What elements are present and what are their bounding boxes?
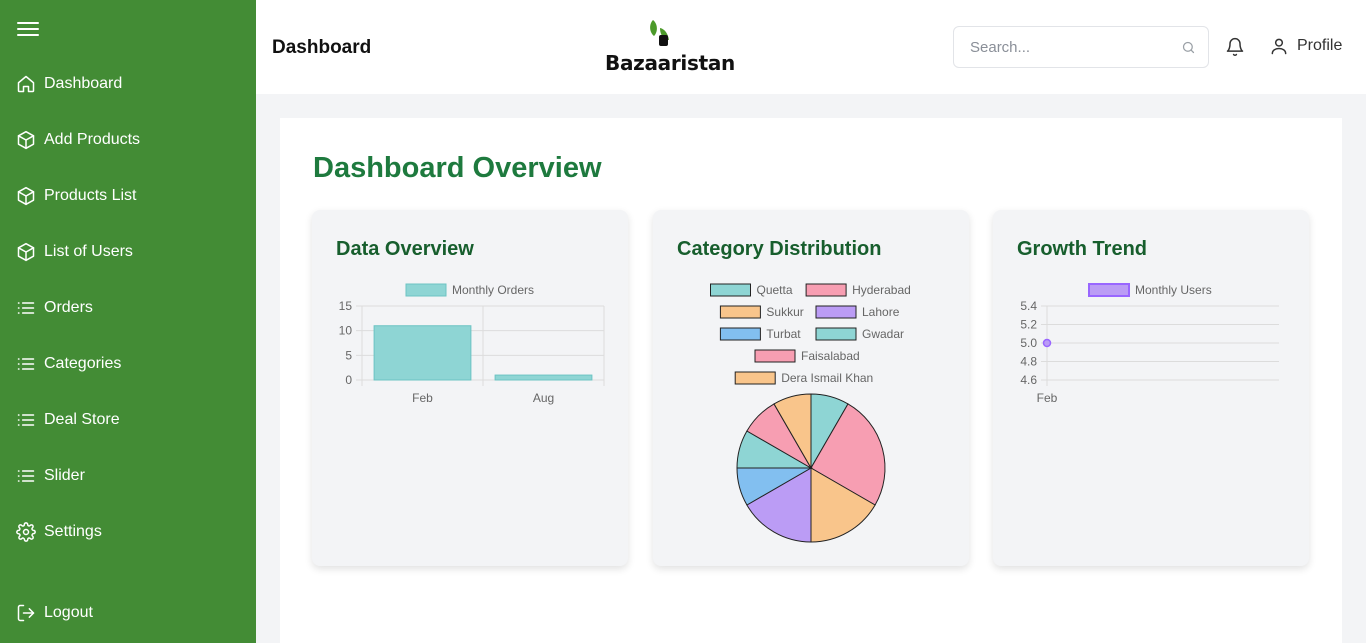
- legend-label: Gwadar: [862, 327, 904, 341]
- sidebar-item-orders[interactable]: Orders: [16, 296, 93, 320]
- top-header: Dashboard Bazaaristan Profile: [256, 0, 1366, 94]
- box-icon: [17, 242, 35, 262]
- x-tick-label: Feb: [1037, 391, 1058, 405]
- y-tick-label: 15: [339, 299, 353, 313]
- sidebar-item-label: Products List: [44, 187, 137, 204]
- legend-label: Faisalabad: [801, 349, 860, 363]
- legend-swatch: [710, 283, 751, 297]
- sidebar-item-label: Dashboard: [44, 75, 123, 92]
- legend-label: Sukkur: [766, 305, 803, 319]
- legend-label: Quetta: [757, 283, 793, 297]
- legend-swatch: [815, 327, 857, 341]
- pie-chart: Quetta Hyderabad Sukkur Lahore Turbat GwadarF…: [710, 283, 911, 543]
- box-icon: [17, 130, 35, 150]
- profile-label: Profile: [1297, 37, 1343, 54]
- legend-swatch: [754, 349, 796, 363]
- growth-trend-card: Growth Trend Monthly Users 4.6 4.8 5.0 5.2 5.…: [993, 210, 1309, 566]
- sidebar-item-label: Slider: [44, 467, 85, 484]
- legend-swatch: [719, 327, 761, 341]
- sidebar-item-label: Categories: [44, 355, 122, 372]
- box-icon: [17, 186, 35, 206]
- sidebar-item-list-of-users[interactable]: List of Users: [16, 240, 133, 264]
- notification-bell-icon[interactable]: [1225, 37, 1245, 57]
- sidebar-item-slider[interactable]: Slider: [16, 464, 85, 488]
- logout-button[interactable]: Logout: [16, 601, 93, 625]
- logout-label: Logout: [44, 604, 93, 621]
- y-tick-label: 5.2: [1020, 318, 1037, 332]
- x-tick-label: Feb: [412, 391, 433, 405]
- x-tick-label: Aug: [533, 391, 554, 405]
- menu-toggle-icon[interactable]: [17, 18, 39, 38]
- legend-label: Lahore: [862, 305, 900, 319]
- category-distribution-card: Category Distribution Quetta Hyderabad Suk…: [653, 210, 969, 566]
- sidebar-item-label: Orders: [44, 299, 93, 316]
- brand-logo[interactable]: Bazaaristan: [605, 18, 735, 76]
- legend-label: Hyderabad: [852, 283, 911, 297]
- leaf-logo-icon: [650, 20, 669, 46]
- bar-chart: Monthly Orders 0 5 10 15 Feb Aug: [339, 283, 605, 405]
- sidebar-item-deal-store[interactable]: Deal Store: [16, 408, 120, 432]
- y-tick-label: 0: [345, 373, 352, 387]
- search-box[interactable]: [953, 26, 1209, 68]
- gear-icon: [16, 522, 36, 542]
- list-icon: [17, 358, 35, 370]
- sidebar-item-add-products[interactable]: Add Products: [16, 128, 140, 152]
- main-content: Dashboard Overview Data Overview Monthly…: [280, 118, 1342, 643]
- legend-swatch: [734, 371, 776, 385]
- sidebar-item-dashboard[interactable]: Dashboard: [16, 72, 122, 96]
- y-tick-label: 4.8: [1020, 355, 1037, 369]
- search-input[interactable]: [970, 37, 1170, 57]
- legend-swatch: [719, 305, 761, 319]
- legend-label: Turbat: [766, 327, 801, 341]
- legend-swatch: [805, 283, 847, 297]
- sidebar: Dashboard Add Products Products List Lis…: [0, 0, 256, 643]
- legend-swatch: [815, 305, 857, 319]
- y-tick-label: 5.0: [1020, 336, 1037, 350]
- sidebar-item-categories[interactable]: Categories: [16, 352, 121, 376]
- list-icon: [17, 414, 35, 426]
- y-tick-label: 10: [339, 324, 353, 338]
- legend-swatch: [1088, 283, 1130, 297]
- legend-swatch: [405, 283, 447, 297]
- y-tick-label: 4.6: [1020, 373, 1037, 387]
- bar: [373, 325, 472, 381]
- legend-label: Monthly Orders: [452, 283, 534, 297]
- list-icon: [17, 470, 35, 482]
- sidebar-item-label: List of Users: [44, 243, 133, 260]
- legend-label: Dera Ismail Khan: [781, 371, 873, 385]
- search-icon[interactable]: [1181, 40, 1196, 55]
- sidebar-item-settings[interactable]: Settings: [16, 520, 102, 544]
- home-icon: [17, 75, 35, 93]
- data-point: [1042, 338, 1052, 348]
- bar: [494, 374, 593, 381]
- sidebar-item-label: Deal Store: [44, 411, 120, 428]
- line-chart: Monthly Users 4.6 4.8 5.0 5.2 5.4 Feb: [1020, 283, 1279, 405]
- sidebar-item-products-list[interactable]: Products List: [16, 184, 136, 208]
- profile-button[interactable]: Profile: [1269, 36, 1342, 56]
- logout-icon: [17, 604, 35, 622]
- sidebar-item-label: Add Products: [44, 131, 141, 148]
- user-icon: [1271, 38, 1287, 55]
- overview-title: Dashboard Overview: [313, 152, 602, 184]
- list-icon: [17, 302, 35, 314]
- y-tick-label: 5.4: [1020, 299, 1037, 313]
- y-tick-label: 5: [345, 348, 352, 362]
- page-title: Dashboard: [272, 37, 372, 58]
- data-overview-card: Data Overview Monthly Orders 0 5 10 15 Feb Aug: [312, 210, 628, 566]
- sidebar-item-label: Settings: [44, 523, 102, 540]
- legend-label: Monthly Users: [1135, 283, 1212, 297]
- logo-text: Bazaaristan: [605, 51, 735, 75]
